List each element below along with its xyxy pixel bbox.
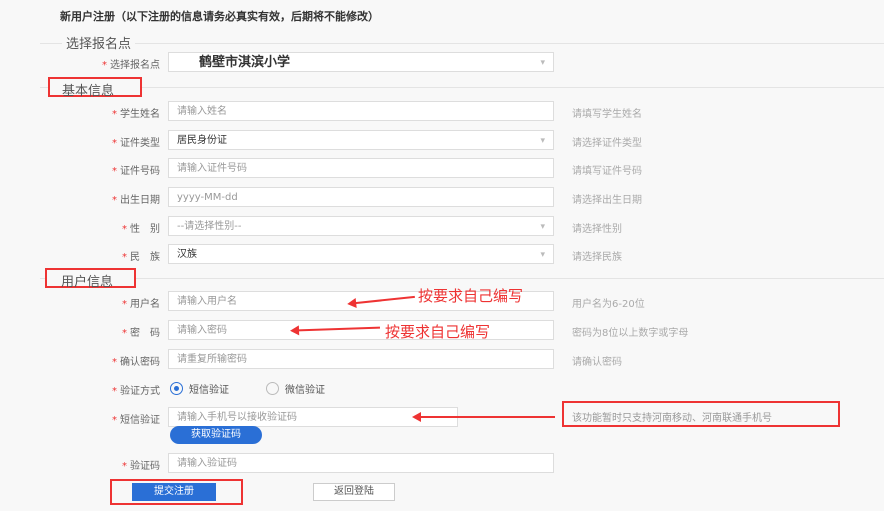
field-hint: 请填写学生姓名 [572,109,642,120]
radio-unchecked-icon [266,382,279,395]
field-select[interactable]: --请选择性别-- ▾ [168,216,554,236]
field-value: yyyy-MM-dd [177,192,238,203]
password-input[interactable]: 请输入密码 [168,320,554,340]
divider [40,278,884,279]
field-select[interactable]: 居民身份证 ▾ [168,130,554,150]
field-label: * 出生日期 [112,195,160,206]
field-input[interactable]: 请输入姓名 [168,101,554,121]
username-label: * 用户名 [122,299,160,310]
site-select[interactable]: 鹤壁市淇滨小学 ▾ [168,52,554,72]
submit-button[interactable]: 提交注册 [132,483,216,501]
field-label: * 证件号码 [112,166,160,177]
arrow-icon [412,412,555,422]
field-value: 居民身份证 [177,135,227,146]
section-site: 选择报名点 [62,33,136,52]
confirm-label: * 确认密码 [112,357,160,368]
page-title: 新用户注册（以下注册的信息请务必真实有效，后期将不能修改） [60,10,379,23]
field-input[interactable]: yyyy-MM-dd [168,187,554,207]
chevron-down-icon: ▾ [540,250,545,260]
field-hint: 请选择证件类型 [572,138,642,149]
username-hint: 用户名为6-20位 [572,299,645,310]
radio-wechat[interactable]: 微信验证 [266,381,325,396]
field-value: 请输入证件号码 [177,163,247,174]
field-hint: 请选择出生日期 [572,195,642,206]
radio-sms[interactable]: 短信验证 [170,381,229,396]
code-input[interactable]: 请输入验证码 [168,453,554,473]
confirm-password-input[interactable]: 请重复所输密码 [168,349,554,369]
field-label: * 民 族 [122,252,160,263]
field-value: 汉族 [177,249,197,260]
radio-label: 微信验证 [285,385,325,396]
field-label: * 性 别 [122,224,160,235]
field-input[interactable]: 请输入证件号码 [168,158,554,178]
chevron-down-icon: ▾ [540,222,545,232]
radio-checked-icon [170,382,183,395]
sms-label: * 短信验证 [112,415,160,426]
section-user: 用户信息 [45,268,136,290]
password-label: * 密 码 [122,328,160,339]
field-value: 请输入姓名 [177,106,227,117]
radio-label: 短信验证 [189,385,229,396]
sms-hint: 该功能暂时只支持河南移动、河南联通手机号 [562,401,840,427]
confirm-hint: 请确认密码 [572,357,622,368]
field-label: * 证件类型 [112,138,160,149]
field-hint: 请选择性别 [572,224,622,235]
annotation-note: 按要求自己编写 [385,323,491,341]
code-label: * 验证码 [122,461,160,472]
site-label: * 选择报名点 [102,60,160,71]
get-code-button[interactable]: 获取验证码 [170,426,262,444]
field-hint: 请填写证件号码 [572,166,642,177]
password-hint: 密码为8位以上数字或字母 [572,328,689,339]
verify-method-label: * 验证方式 [112,386,160,397]
section-basic: 基本信息 [48,77,142,99]
field-select[interactable]: 汉族 ▾ [168,244,554,264]
field-hint: 请选择民族 [572,252,622,263]
field-value: --请选择性别-- [177,221,242,232]
back-login-button[interactable]: 返回登陆 [313,483,395,501]
divider [40,87,884,88]
field-label: * 学生姓名 [112,109,160,120]
annotation-note: 按要求自己编写 [418,287,524,305]
divider [40,43,884,44]
chevron-down-icon: ▾ [540,136,545,146]
